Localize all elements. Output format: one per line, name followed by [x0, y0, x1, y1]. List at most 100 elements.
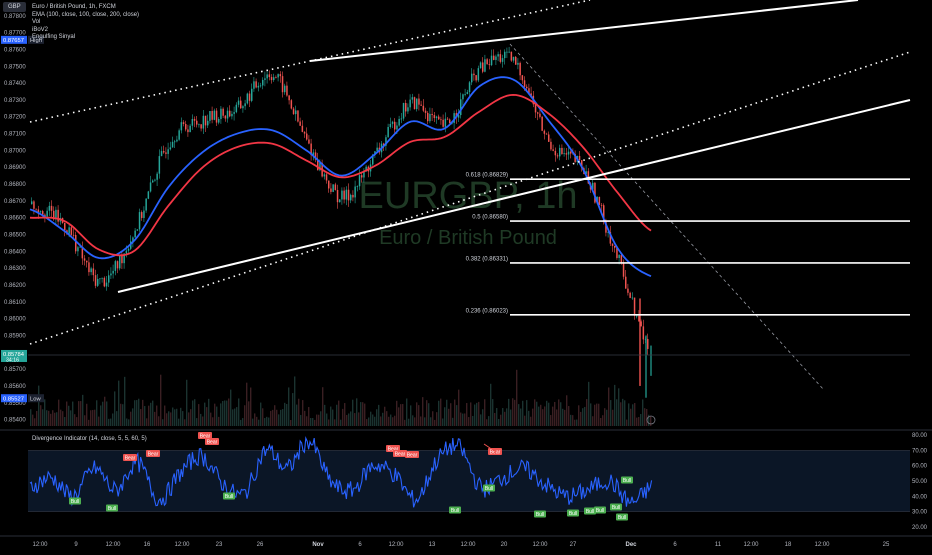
candle-body	[402, 102, 405, 119]
candle-body	[488, 64, 491, 66]
volume-bar	[644, 408, 646, 426]
candle-body	[94, 275, 97, 286]
volume-bar	[316, 414, 318, 426]
volume-bar	[306, 416, 308, 426]
candle-body	[464, 93, 466, 95]
volume-bar	[184, 419, 186, 426]
candle-body	[103, 277, 106, 287]
candle-body	[515, 56, 517, 65]
volume-bar	[90, 410, 92, 426]
candle-body	[187, 129, 189, 133]
candle-body	[561, 147, 563, 154]
low-label: Low	[30, 396, 41, 402]
volume-bar	[636, 417, 638, 426]
candle-body	[70, 227, 73, 235]
candle-body	[33, 201, 35, 209]
candle-body	[169, 147, 172, 150]
candle-body	[72, 234, 75, 236]
volume-bar	[348, 413, 350, 426]
candle-body	[253, 81, 255, 89]
indicator-ema[interactable]: EMA (100, close, 100, close, 200, close)	[32, 12, 139, 20]
candle-body	[446, 118, 449, 120]
volume-bar	[48, 410, 50, 426]
candle-body	[418, 98, 420, 105]
volume-bar	[234, 408, 236, 426]
candle-body	[211, 111, 213, 120]
volume-bar	[600, 417, 602, 426]
volume-bar	[616, 399, 618, 426]
volume-bar	[480, 414, 482, 426]
time-axis-label: 20	[501, 542, 508, 548]
candle-body	[416, 98, 418, 110]
candle-body	[156, 173, 158, 180]
bull-marker-label: Bull	[108, 506, 116, 512]
candle-body	[642, 326, 645, 340]
candle-body	[541, 116, 543, 131]
candle-body	[226, 110, 229, 119]
time-axis-label: 12:00	[814, 542, 830, 548]
volume-bar	[610, 400, 612, 426]
candle-body	[224, 115, 227, 119]
volume-bar	[56, 412, 58, 426]
volume-bar	[456, 405, 458, 426]
volume-bar	[150, 402, 152, 426]
volume-bar	[286, 403, 288, 426]
candle-body	[114, 261, 117, 271]
candle-body	[543, 130, 546, 134]
indicator-ibov2[interactable]: iBoV2	[32, 27, 139, 35]
candle-body	[88, 262, 90, 273]
price-axis-label: 0.85600	[4, 384, 26, 390]
volume-bar	[638, 417, 640, 426]
price-axis-label: 0.86000	[4, 317, 26, 323]
indicator-vol[interactable]: Vol	[32, 19, 139, 27]
volume-bar	[394, 415, 396, 426]
candle-body	[493, 55, 495, 60]
volume-bar	[284, 402, 286, 426]
volume-bar	[338, 400, 340, 426]
volume-bar	[340, 419, 342, 426]
currency-badge[interactable]: GBP	[3, 2, 26, 12]
price-axis-label: 0.87700	[4, 31, 26, 37]
candle-body	[396, 125, 398, 130]
candle-body	[209, 111, 211, 121]
volume-bar	[196, 418, 198, 426]
volume-bar	[254, 413, 256, 426]
candle-body	[433, 115, 436, 119]
volume-bar	[650, 416, 652, 426]
volume-bar	[310, 417, 312, 426]
volume-bar	[558, 399, 560, 426]
candle-body	[178, 130, 180, 140]
volume-bar	[166, 413, 168, 426]
volume-bar	[146, 418, 148, 426]
volume-bar	[618, 388, 620, 426]
volume-bar	[398, 407, 400, 426]
candle-body	[48, 205, 51, 211]
bull-marker-label: Bull	[71, 499, 79, 505]
volume-bar	[392, 417, 394, 426]
volume-bar	[288, 387, 290, 426]
watermark: EURGBP, 1h Euro / British Pound	[359, 175, 578, 249]
indicator-engulfing[interactable]: Engulfing Sinyal	[32, 34, 139, 42]
volume-bar	[70, 410, 72, 426]
candle-body	[262, 79, 264, 86]
osc-axis-label: 20.00	[912, 525, 928, 531]
volume-bar	[302, 400, 304, 426]
volume-bar	[324, 404, 326, 426]
time-axis-label: 12:00	[32, 542, 48, 548]
volume-bar	[634, 402, 636, 426]
volume-bar	[258, 419, 260, 426]
candle-body	[490, 55, 493, 66]
candle-body	[508, 51, 510, 53]
volume-bar	[54, 412, 56, 426]
volume-bar	[368, 417, 370, 426]
candle-body	[299, 121, 301, 126]
volume-bar	[64, 417, 66, 426]
candle-body	[233, 112, 235, 114]
volume-bar	[564, 409, 566, 426]
volume-bar	[304, 410, 306, 426]
time-axis-label: 12:00	[388, 542, 404, 548]
candle-body	[341, 190, 343, 200]
volume-bar	[582, 408, 584, 426]
volume-bar	[536, 401, 538, 426]
candle-body	[449, 119, 451, 124]
